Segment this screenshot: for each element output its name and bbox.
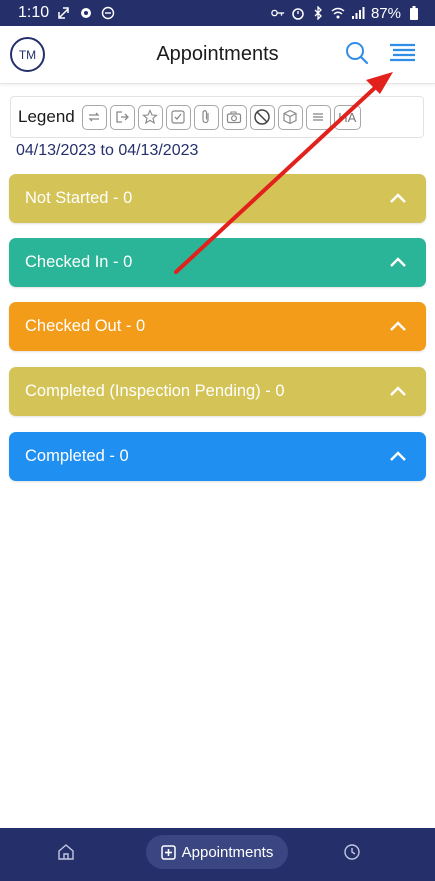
search-icon: [346, 42, 369, 65]
add-box-icon: [160, 844, 176, 860]
bluetooth-icon: [311, 6, 325, 20]
section-checked-out[interactable]: Checked Out - 0: [9, 302, 426, 351]
bottom-nav: Appointments: [0, 828, 435, 881]
section-title: Not Started - 0: [25, 189, 133, 207]
ha-badge: HA: [333, 104, 361, 130]
cube-icon: [277, 104, 303, 130]
appointments-tab-label: Appointments: [181, 843, 274, 861]
chevron-up-icon: [390, 256, 406, 267]
chevron-up-icon: [390, 320, 406, 331]
paperclip-icon: [193, 104, 219, 130]
date-range: 04/13/2023 to 04/13/2023: [16, 142, 199, 159]
chevron-up-icon: [390, 450, 406, 461]
app-root: 1:10 87% TM Appointments Legend HA 04/13…: [0, 0, 435, 881]
app-header: TM Appointments: [0, 26, 435, 84]
minus-circle-icon: [101, 6, 115, 20]
section-title: Checked In - 0: [25, 253, 133, 271]
star-icon: [137, 104, 163, 130]
exit-icon: [109, 104, 135, 130]
home-icon: [58, 844, 74, 860]
status-bar: 1:10 87%: [0, 0, 435, 26]
section-title: Completed - 0: [25, 447, 129, 465]
signal-icon: [351, 6, 365, 20]
section-completed-inspection-pending[interactable]: Completed (Inspection Pending) - 0: [9, 367, 426, 416]
battery-percent: 87%: [370, 4, 401, 22]
menu-icon: [390, 43, 415, 62]
lines-icon: [305, 104, 331, 130]
chevron-up-icon: [390, 192, 406, 203]
search-button[interactable]: [344, 40, 370, 66]
settings-icon: [79, 6, 93, 20]
appointments-tab[interactable]: Appointments: [146, 835, 288, 869]
section-checked-in[interactable]: Checked In - 0: [9, 238, 426, 287]
chevron-up-icon: [390, 385, 406, 396]
legend-label: Legend: [18, 107, 75, 126]
status-time: 1:10: [18, 4, 50, 21]
key-icon: [271, 6, 285, 20]
home-tab[interactable]: [57, 843, 75, 861]
section-title: Checked Out - 0: [25, 317, 146, 335]
battery-icon: [407, 6, 421, 20]
checkbox-icon: [165, 104, 191, 130]
section-completed[interactable]: Completed - 0: [9, 432, 426, 481]
clock-icon: [344, 844, 360, 860]
history-tab[interactable]: [343, 843, 361, 861]
repeat-icon: [81, 104, 107, 130]
wifi-icon: [331, 6, 345, 20]
section-not-started[interactable]: Not Started - 0: [9, 174, 426, 223]
section-title: Completed (Inspection Pending) - 0: [25, 382, 285, 400]
camera-icon: [221, 104, 247, 130]
alarm-icon: [291, 6, 305, 20]
legend-bar: Legend HA: [10, 96, 424, 138]
link-icon: [57, 6, 71, 20]
menu-button[interactable]: [387, 40, 417, 66]
ban-icon: [249, 104, 275, 130]
